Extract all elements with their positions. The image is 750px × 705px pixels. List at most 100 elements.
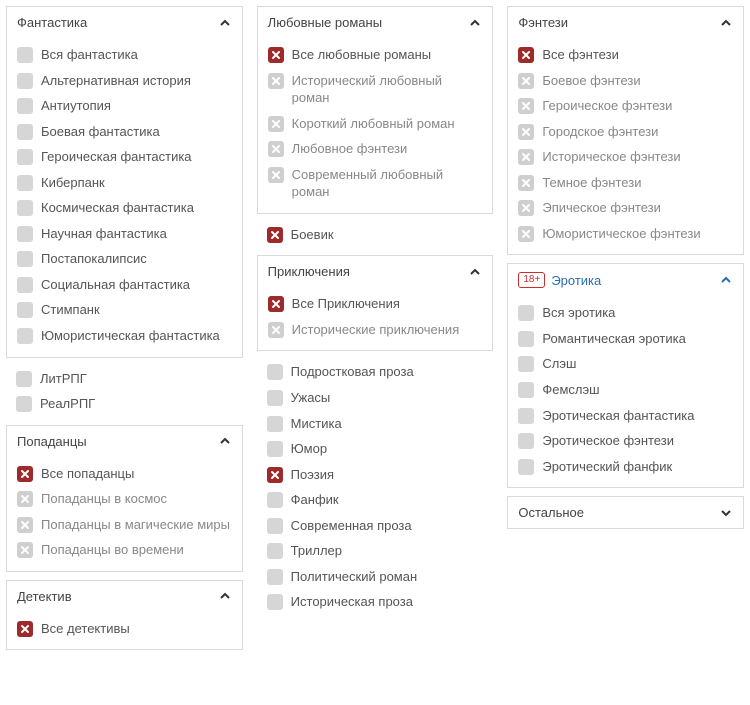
checkbox-empty-icon[interactable] [17, 175, 33, 191]
genre-item[interactable]: Героическая фантастика [17, 144, 232, 170]
genre-item[interactable]: Мистика [257, 411, 494, 437]
checkbox-implied-icon[interactable] [268, 116, 284, 132]
genre-item[interactable]: РеалРПГ [6, 391, 243, 417]
checkbox-empty-icon[interactable] [518, 305, 534, 321]
checkbox-empty-icon[interactable] [267, 416, 283, 432]
checkbox-selected-icon[interactable] [17, 466, 33, 482]
checkbox-implied-icon[interactable] [268, 167, 284, 183]
checkbox-empty-icon[interactable] [16, 396, 32, 412]
panel-header-ostalnoe[interactable]: Остальное [508, 497, 743, 528]
checkbox-selected-icon[interactable] [268, 47, 284, 63]
genre-item[interactable]: Все любовные романы [268, 42, 483, 68]
genre-item[interactable]: Эротический фанфик [518, 454, 733, 480]
genre-item[interactable]: Космическая фантастика [17, 195, 232, 221]
checkbox-empty-icon[interactable] [267, 492, 283, 508]
genre-item[interactable]: Ужасы [257, 385, 494, 411]
genre-item[interactable]: Постапокалипсис [17, 246, 232, 272]
genre-item[interactable]: Подростковая проза [257, 359, 494, 385]
genre-item[interactable]: Юмористическое фэнтези [518, 221, 733, 247]
checkbox-empty-icon[interactable] [267, 594, 283, 610]
checkbox-empty-icon[interactable] [267, 364, 283, 380]
genre-item[interactable]: Историческая проза [257, 589, 494, 615]
checkbox-selected-icon[interactable] [17, 621, 33, 637]
checkbox-empty-icon[interactable] [17, 226, 33, 242]
genre-item[interactable]: Поэзия [257, 462, 494, 488]
checkbox-implied-icon[interactable] [268, 73, 284, 89]
checkbox-empty-icon[interactable] [267, 543, 283, 559]
genre-item[interactable]: Эпическое фэнтези [518, 195, 733, 221]
genre-item[interactable]: Боевое фэнтези [518, 68, 733, 94]
genre-item[interactable]: Короткий любовный роман [268, 111, 483, 137]
checkbox-empty-icon[interactable] [518, 408, 534, 424]
checkbox-empty-icon[interactable] [518, 433, 534, 449]
genre-item[interactable]: Любовное фэнтези [268, 136, 483, 162]
genre-item[interactable]: Юмор [257, 436, 494, 462]
checkbox-implied-icon[interactable] [518, 98, 534, 114]
checkbox-empty-icon[interactable] [17, 277, 33, 293]
genre-item[interactable]: Все детективы [17, 616, 232, 642]
checkbox-empty-icon[interactable] [518, 382, 534, 398]
checkbox-selected-icon[interactable] [267, 467, 283, 483]
checkbox-empty-icon[interactable] [518, 356, 534, 372]
checkbox-empty-icon[interactable] [267, 569, 283, 585]
genre-item[interactable]: Социальная фантастика [17, 272, 232, 298]
genre-item[interactable]: Городское фэнтези [518, 119, 733, 145]
checkbox-empty-icon[interactable] [17, 302, 33, 318]
panel-header-fantastika[interactable]: Фантастика [7, 7, 242, 38]
checkbox-empty-icon[interactable] [17, 124, 33, 140]
genre-item[interactable]: Боевик [257, 222, 494, 248]
panel-header-detektiv[interactable]: Детектив [7, 581, 242, 612]
checkbox-implied-icon[interactable] [17, 491, 33, 507]
checkbox-empty-icon[interactable] [267, 441, 283, 457]
checkbox-selected-icon[interactable] [268, 296, 284, 312]
checkbox-selected-icon[interactable] [518, 47, 534, 63]
genre-item[interactable]: Исторический любовный роман [268, 68, 483, 111]
checkbox-implied-icon[interactable] [518, 226, 534, 242]
genre-item[interactable]: Вся эротика [518, 300, 733, 326]
genre-item[interactable]: Научная фантастика [17, 221, 232, 247]
genre-item[interactable]: Эротическая фантастика [518, 403, 733, 429]
checkbox-empty-icon[interactable] [267, 518, 283, 534]
genre-item[interactable]: Историческое фэнтези [518, 144, 733, 170]
panel-header-popadantsy[interactable]: Попаданцы [7, 426, 242, 457]
genre-item[interactable]: Попаданцы во времени [17, 537, 232, 563]
panel-header-romany[interactable]: Любовные романы [258, 7, 493, 38]
checkbox-implied-icon[interactable] [518, 124, 534, 140]
genre-item[interactable]: Попаданцы в магические миры [17, 512, 232, 538]
genre-item[interactable]: Киберпанк [17, 170, 232, 196]
genre-item[interactable]: Современный любовный роман [268, 162, 483, 205]
checkbox-selected-icon[interactable] [267, 227, 283, 243]
genre-item[interactable]: Исторические приключения [268, 317, 483, 343]
genre-item[interactable]: Современная проза [257, 513, 494, 539]
checkbox-empty-icon[interactable] [16, 371, 32, 387]
checkbox-implied-icon[interactable] [518, 73, 534, 89]
genre-item[interactable]: Попаданцы в космос [17, 486, 232, 512]
checkbox-implied-icon[interactable] [518, 200, 534, 216]
checkbox-empty-icon[interactable] [17, 47, 33, 63]
genre-item[interactable]: Антиутопия [17, 93, 232, 119]
checkbox-implied-icon[interactable] [17, 517, 33, 533]
genre-item[interactable]: Вся фантастика [17, 42, 232, 68]
checkbox-empty-icon[interactable] [518, 459, 534, 475]
checkbox-implied-icon[interactable] [268, 141, 284, 157]
genre-item[interactable]: Стимпанк [17, 297, 232, 323]
checkbox-empty-icon[interactable] [267, 390, 283, 406]
genre-item[interactable]: Триллер [257, 538, 494, 564]
checkbox-empty-icon[interactable] [17, 251, 33, 267]
checkbox-implied-icon[interactable] [17, 542, 33, 558]
genre-item[interactable]: Слэш [518, 351, 733, 377]
genre-item[interactable]: ЛитРПГ [6, 366, 243, 392]
genre-item[interactable]: Фанфик [257, 487, 494, 513]
genre-item[interactable]: Юмористическая фантастика [17, 323, 232, 349]
genre-item[interactable]: Альтернативная история [17, 68, 232, 94]
genre-item[interactable]: Политический роман [257, 564, 494, 590]
checkbox-empty-icon[interactable] [17, 200, 33, 216]
genre-item[interactable]: Темное фэнтези [518, 170, 733, 196]
genre-item[interactable]: Эротическое фэнтези [518, 428, 733, 454]
genre-item[interactable]: Все попаданцы [17, 461, 232, 487]
panel-header-fentezi[interactable]: Фэнтези [508, 7, 743, 38]
genre-item[interactable]: Боевая фантастика [17, 119, 232, 145]
panel-header-erotika[interactable]: 18+ Эротика [508, 264, 743, 296]
checkbox-empty-icon[interactable] [17, 328, 33, 344]
genre-item[interactable]: Фемслэш [518, 377, 733, 403]
